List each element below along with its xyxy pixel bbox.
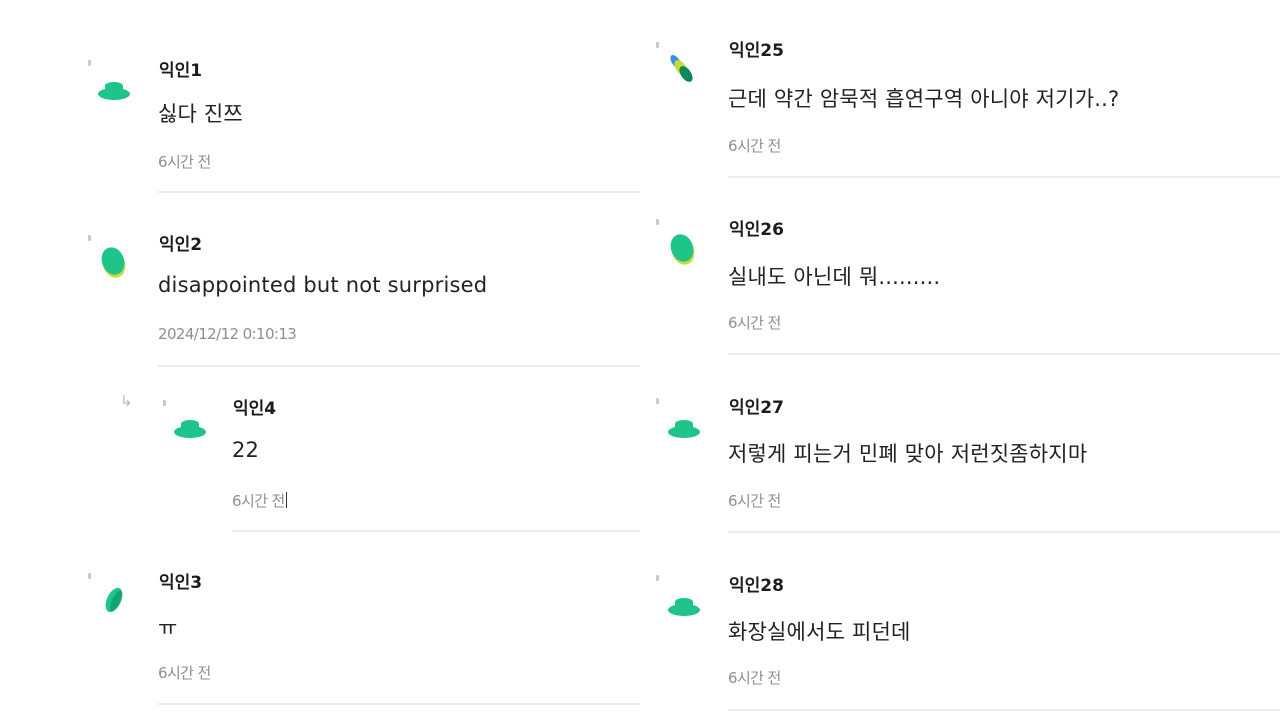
comment-time: 6시간 전: [728, 669, 781, 687]
comment-text: 화장실에서도 피던데: [728, 620, 911, 644]
comment-divider: [158, 703, 640, 705]
comment-divider: [728, 709, 1280, 711]
avatar-icon[interactable]: [100, 584, 128, 616]
comment-text: ㅠ: [158, 616, 178, 640]
comment-item: 익인28 화장실에서도 피던데 6시간 전: [640, 0, 1280, 714]
comment-marker: [656, 575, 659, 581]
avatar-icon[interactable]: [666, 592, 702, 618]
comment-time: 6시간 전: [158, 664, 211, 682]
comment-author[interactable]: 익인3: [159, 568, 202, 593]
comment-author[interactable]: 익인28: [729, 571, 784, 596]
comment-marker: [88, 573, 91, 579]
comment-item: 익인3 ㅠ 6시간 전: [0, 0, 640, 710]
comment-thread: 익인1 싫다 진쯔 6시간 전 익인2 disappointed but not…: [0, 0, 1280, 720]
